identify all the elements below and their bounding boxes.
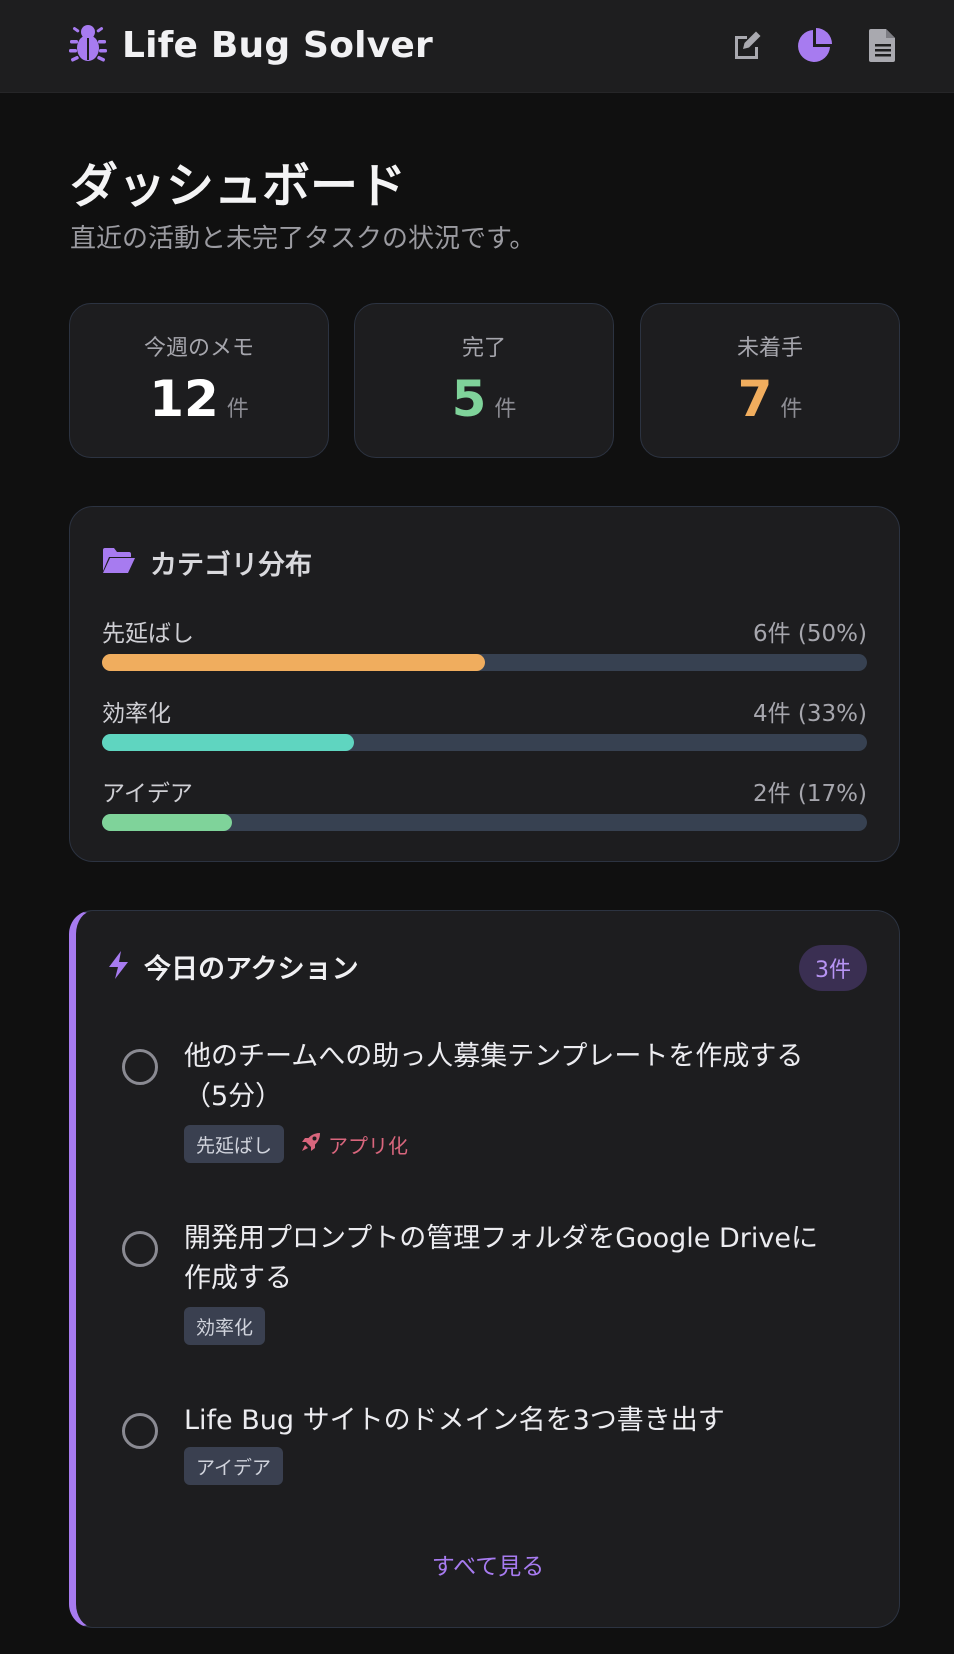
task-text: 開発用プロンプトの管理フォルダをGoogle Driveに作成する — [184, 1223, 818, 1294]
pie-chart-icon[interactable] — [794, 24, 836, 66]
top-bar: Life Bug Solver — [0, 0, 954, 93]
stat-value: 5 — [451, 370, 487, 428]
category-card: カテゴリ分布 先延ばし 6件 (50%) 効率化 4件 (33%) アイデア 2… — [69, 506, 900, 862]
stat-card-memos: 今週のメモ 12 件 — [69, 303, 329, 458]
document-icon[interactable] — [862, 24, 904, 66]
stat-card-done: 完了 5 件 — [354, 303, 614, 458]
stat-unit: 件 — [494, 397, 517, 422]
actions-title: 今日のアクション — [144, 954, 359, 985]
actions-count-badge: 3件 — [799, 945, 867, 991]
task-checkbox[interactable] — [122, 1231, 158, 1267]
page-subtitle: 直近の活動と未完了タスクの状況です。 — [70, 224, 536, 254]
edit-icon[interactable] — [726, 24, 768, 66]
category-bar-track — [102, 734, 867, 751]
category-bar-fill — [102, 734, 355, 751]
category-count: 6件 (50%) — [752, 621, 867, 647]
category-bar-track — [102, 654, 867, 671]
see-all-link[interactable]: すべて見る — [76, 1547, 899, 1581]
brand[interactable]: Life Bug Solver — [68, 22, 433, 68]
stat-unit: 件 — [780, 397, 803, 422]
category-name: 先延ばし — [102, 621, 194, 647]
stat-label: 今週のメモ — [143, 336, 254, 361]
app-tag-label: アプリ化 — [328, 1133, 409, 1158]
task-text: Life Bug サイトのドメイン名を3つ書き出す — [184, 1405, 725, 1436]
bug-icon — [68, 22, 108, 68]
rocket-icon — [300, 1131, 322, 1158]
category-bar-track — [102, 814, 867, 831]
category-title: カテゴリ分布 — [150, 550, 312, 581]
category-name: 効率化 — [102, 701, 171, 727]
stat-label: 未着手 — [736, 336, 803, 361]
actions-card: 今日のアクション 3件 他のチームへの助っ人募集テンプレートを作成する（5分） … — [69, 910, 900, 1628]
stat-label: 完了 — [461, 336, 506, 361]
task-checkbox[interactable] — [122, 1413, 158, 1449]
task-text: 他のチームへの助っ人募集テンプレートを作成する（5分） — [184, 1041, 804, 1112]
task-category-tag: 効率化 — [184, 1307, 266, 1345]
category-bar-fill — [102, 654, 485, 671]
category-bar-fill — [102, 814, 233, 831]
task-category-tag: アイデア — [184, 1447, 284, 1485]
stat-unit: 件 — [226, 397, 249, 422]
task-category-tag: 先延ばし — [184, 1125, 285, 1163]
task-checkbox[interactable] — [122, 1049, 158, 1085]
folder-open-icon — [102, 547, 136, 579]
nav-icons — [726, 24, 904, 66]
page-title: ダッシュボード — [70, 158, 407, 214]
app-title: Life Bug Solver — [122, 24, 433, 66]
stat-value: 7 — [737, 370, 773, 428]
category-count: 4件 (33%) — [752, 701, 867, 727]
category-count: 2件 (17%) — [752, 781, 867, 807]
app-tag[interactable]: アプリ化 — [300, 1130, 408, 1159]
category-name: アイデア — [102, 781, 193, 807]
stat-card-todo: 未着手 7 件 — [640, 303, 900, 458]
stat-value: 12 — [149, 370, 219, 428]
lightning-icon — [106, 950, 132, 984]
